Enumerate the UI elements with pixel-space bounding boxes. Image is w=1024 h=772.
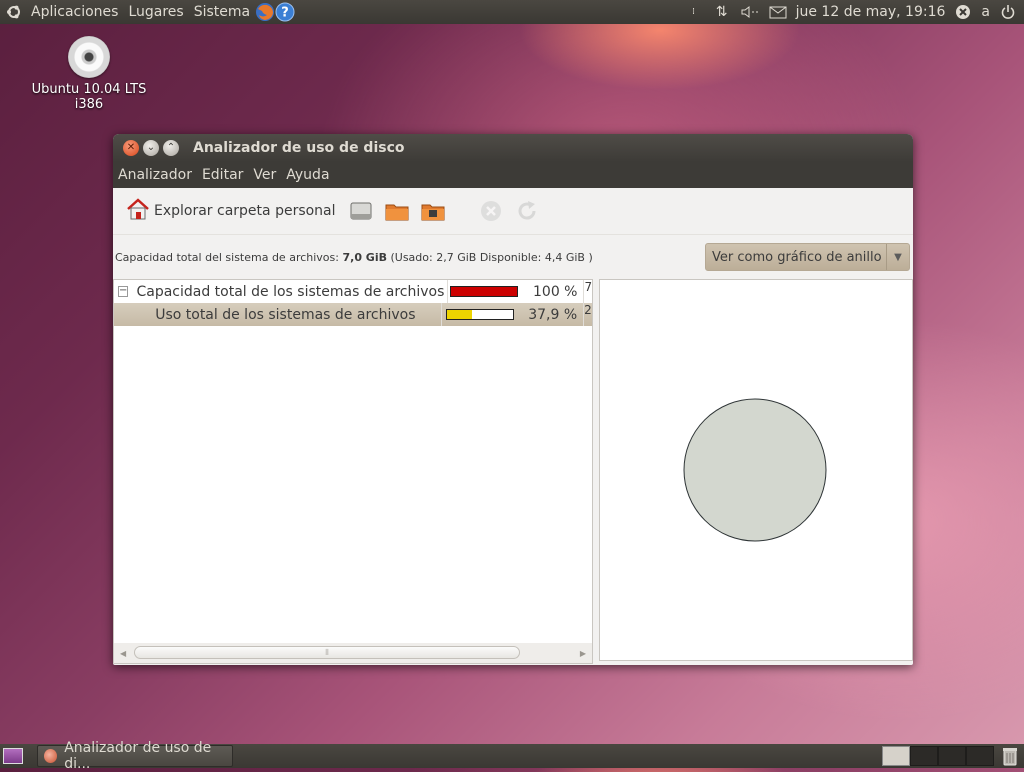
ring-chart-segment[interactable] bbox=[683, 398, 827, 542]
workspace-3[interactable] bbox=[938, 746, 966, 766]
top-panel: Aplicaciones Lugares Sistema ? ⁞ ⇅ jue 1… bbox=[0, 0, 1024, 24]
scan-filesystem-icon[interactable] bbox=[346, 196, 376, 226]
scan-home-label: Explorar carpeta personal bbox=[154, 203, 336, 219]
show-desktop-icon[interactable] bbox=[3, 748, 23, 764]
cd-icon bbox=[68, 36, 110, 78]
ring-chart bbox=[683, 398, 827, 542]
desktop-icon-cd[interactable]: Ubuntu 10.04 LTS i386 bbox=[30, 36, 148, 112]
menu-ayuda[interactable]: Ayuda bbox=[281, 167, 334, 183]
stop-icon[interactable] bbox=[476, 196, 506, 226]
menu-analizador[interactable]: Analizador bbox=[113, 167, 197, 183]
window-titlebar[interactable]: ✕ ⌄ ⌃ Analizador de uso de disco bbox=[113, 134, 913, 162]
view-mode-label: Ver como gráfico de anillo bbox=[712, 249, 882, 265]
taskbar-window-button[interactable]: Analizador de uso de di... bbox=[37, 740, 233, 772]
row-name: Capacidad total de los sistemas de archi… bbox=[136, 283, 445, 300]
bottom-panel: Analizador de uso de di... bbox=[0, 740, 1024, 772]
chat-status-icon[interactable] bbox=[953, 2, 973, 22]
filesystem-capacity-text: Capacidad total del sistema de archivos:… bbox=[115, 251, 593, 264]
network-icon[interactable]: ⇅ bbox=[712, 2, 732, 22]
firefox-icon[interactable] bbox=[255, 2, 275, 22]
toolbar: Explorar carpeta personal bbox=[113, 188, 913, 235]
capacity-prefix: Capacidad total del sistema de archivos: bbox=[115, 250, 339, 264]
scan-folder-icon[interactable] bbox=[382, 196, 412, 226]
info-bar: Capacidad total del sistema de archivos:… bbox=[113, 235, 913, 279]
chevron-down-icon: ▼ bbox=[886, 244, 909, 270]
trash-icon[interactable] bbox=[1001, 746, 1019, 766]
horizontal-scrollbar[interactable]: ◀ ⦀ ▶ bbox=[114, 643, 592, 663]
usage-bar bbox=[450, 286, 519, 297]
scrollbar-thumb[interactable]: ⦀ bbox=[134, 646, 520, 659]
datetime[interactable]: jue 12 de may, 19:16 bbox=[796, 4, 946, 20]
menu-aplicaciones[interactable]: Aplicaciones bbox=[26, 4, 123, 20]
capacity-total: 7,0 GiB bbox=[342, 250, 387, 264]
menu-lugares[interactable]: Lugares bbox=[123, 4, 188, 20]
user-name[interactable]: a bbox=[981, 4, 990, 20]
ubuntu-logo-icon[interactable] bbox=[6, 4, 22, 20]
volume-icon[interactable] bbox=[740, 2, 760, 22]
menubar: Analizador Editar Ver Ayuda bbox=[113, 162, 913, 188]
tree-row-total-usage[interactable]: Uso total de los sistemas de archivos 37… bbox=[114, 303, 592, 326]
workspace-2[interactable] bbox=[910, 746, 938, 766]
desktop-icon-label-line1: Ubuntu 10.04 LTS bbox=[31, 82, 147, 97]
collapse-expander-icon[interactable]: − bbox=[118, 286, 129, 297]
mail-icon[interactable] bbox=[768, 2, 788, 22]
power-icon[interactable] bbox=[998, 2, 1018, 22]
row-size-truncated: 2 bbox=[583, 303, 592, 326]
svg-text:?: ? bbox=[281, 6, 289, 21]
maximize-window-icon[interactable]: ⌃ bbox=[163, 140, 179, 156]
panel-separator-icon: ⁞ bbox=[692, 7, 696, 17]
capacity-detail: (Usado: 2,7 GiB Disponible: 4,4 GiB ) bbox=[390, 250, 593, 264]
usage-bar-fill bbox=[447, 310, 472, 319]
desktop-icon-label-line2: i386 bbox=[74, 97, 104, 112]
close-window-icon[interactable]: ✕ bbox=[123, 140, 139, 156]
home-icon bbox=[125, 196, 151, 226]
filesystem-tree: − Capacidad total de los sistemas de arc… bbox=[113, 279, 593, 664]
disk-usage-app-icon bbox=[44, 749, 58, 763]
usage-bar-fill bbox=[451, 287, 518, 296]
view-mode-select[interactable]: Ver como gráfico de anillo ▼ bbox=[705, 243, 910, 271]
menu-ver[interactable]: Ver bbox=[248, 167, 281, 183]
workspace-4[interactable] bbox=[966, 746, 994, 766]
workspace-1[interactable] bbox=[882, 746, 910, 766]
tree-row-total-capacity[interactable]: − Capacidad total de los sistemas de arc… bbox=[114, 280, 592, 303]
menu-editar[interactable]: Editar bbox=[197, 167, 248, 183]
refresh-icon[interactable] bbox=[512, 196, 542, 226]
scroll-right-icon[interactable]: ▶ bbox=[580, 649, 586, 658]
row-size-truncated: 7 bbox=[583, 280, 592, 303]
row-percent: 100 % bbox=[533, 283, 578, 300]
disk-usage-window: ✕ ⌄ ⌃ Analizador de uso de disco Analiza… bbox=[113, 134, 913, 665]
help-icon[interactable]: ? bbox=[275, 2, 295, 22]
usage-bar bbox=[446, 309, 514, 320]
scan-remote-icon[interactable] bbox=[418, 196, 448, 226]
minimize-window-icon[interactable]: ⌄ bbox=[143, 140, 159, 156]
window-title: Analizador de uso de disco bbox=[193, 140, 405, 156]
row-name: Uso total de los sistemas de archivos bbox=[155, 306, 416, 323]
scroll-left-icon[interactable]: ◀ bbox=[120, 649, 126, 658]
scan-home-button[interactable]: Explorar carpeta personal bbox=[121, 193, 340, 229]
workspace-switcher bbox=[882, 746, 994, 766]
ring-chart-panel bbox=[599, 279, 913, 661]
row-percent: 37,9 % bbox=[528, 306, 578, 323]
taskbar-window-label: Analizador de uso de di... bbox=[64, 740, 212, 772]
menu-sistema[interactable]: Sistema bbox=[189, 4, 255, 20]
